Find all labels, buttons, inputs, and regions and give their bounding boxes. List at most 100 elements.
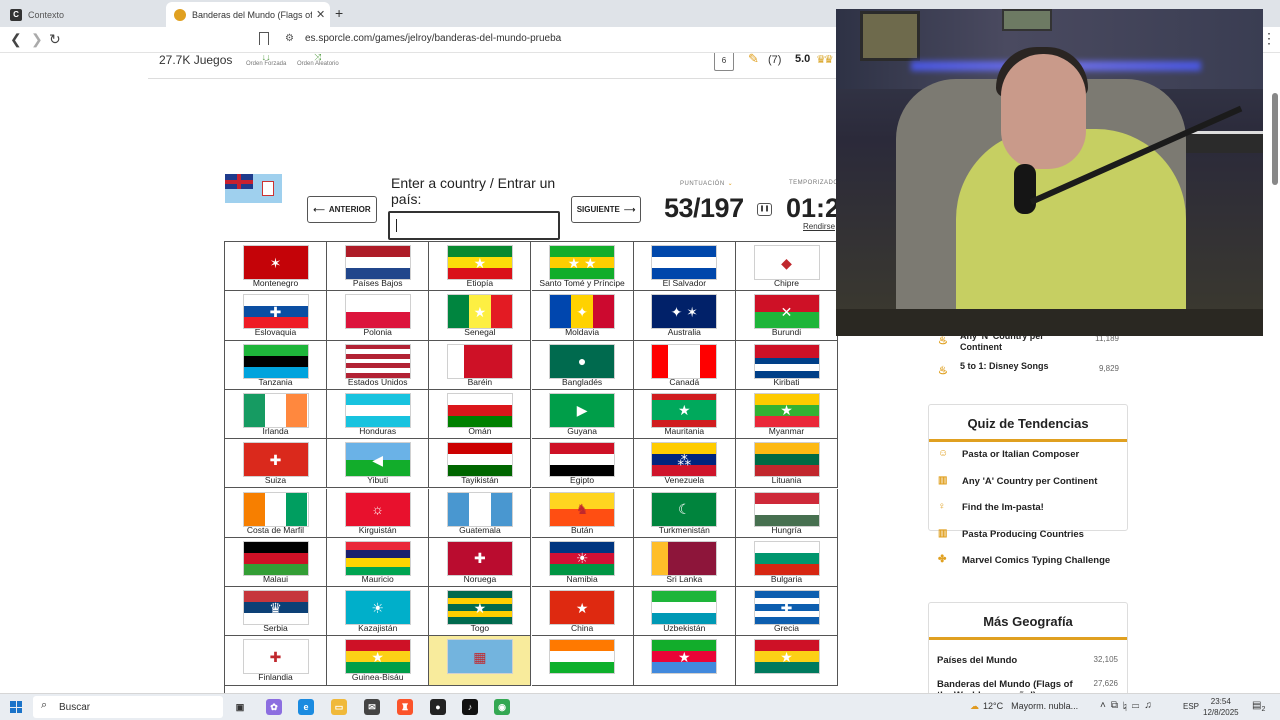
menu-icon[interactable]: ⋮ [1262,30,1276,47]
back-icon[interactable]: ❮ [10,31,22,48]
trending-item[interactable]: ▥ Pasta Producing Countries [929,522,1127,549]
trending-item[interactable]: ☺ Pasta or Italian Composer [929,442,1127,469]
flag-image: ✚ [446,540,513,576]
flag-stripe [463,344,480,378]
country-name: Guatemala [459,524,501,535]
flag-cell: ✶ Montenegro [225,242,327,292]
obs-icon[interactable]: ● [430,699,446,715]
country-name: Noruega [463,573,497,584]
taskbar-search[interactable]: ⌕ Buscar [33,696,223,718]
flag-stripe [592,295,615,329]
next-button[interactable]: SIGUIENTE ⟶ [571,196,641,223]
flag-image: ✦ ✶ [651,294,718,330]
order-random-option[interactable]: ⤨ Orden Aleatorio [297,53,339,67]
tiktok-icon[interactable]: ♪ [462,699,478,715]
weather-widget[interactable]: ☁ 12°C Mayorm. nubla... [970,701,1078,712]
flag-cell: ♛ Serbia [225,587,327,637]
task-view-icon[interactable]: ▣ [232,699,248,715]
flag-stripe [652,393,717,401]
chrome-icon[interactable]: ◉ [494,699,510,715]
chevron-up-icon[interactable]: ˄ [1100,700,1111,711]
edge-icon[interactable]: e [298,699,314,715]
flag-cell: ✦ Canadá [633,340,736,390]
flag-stripe [754,357,819,365]
flag-cell: ▦ [429,636,532,686]
pencil-icon[interactable]: ✎ [748,53,759,67]
flag-cell: Bulgaria [736,537,838,588]
flag-cell: ✦ Moldavia [531,291,634,341]
quiz-thumbnail [225,174,282,203]
country-name: Namibia [566,573,598,584]
answer-input[interactable] [388,211,560,240]
copilot-icon[interactable]: ✿ [266,699,282,715]
flag-emblem-icon: ★ [371,648,384,665]
next-label: SIGUIENTE [576,205,620,214]
site-info-icon[interactable]: ⚙ [285,33,294,44]
trending-title: Quiz de Tendencias [929,405,1127,442]
flag-image [753,540,820,576]
flag-stripe [447,492,470,526]
order-forced-option[interactable]: ↓↓ Orden Forzada [246,53,286,67]
trending-item[interactable]: ✤ Marvel Comics Typing Challenge [929,548,1127,575]
country-name: Egipto [570,475,595,486]
flag-stripe [447,393,512,405]
flag-cell: ★ Myanmar [736,389,838,440]
tab-contexto[interactable]: C Contexto [2,2,162,27]
flag-image: ★ [753,639,820,675]
flag-stripes [243,541,308,575]
order-forced-icon: ↓↓ [261,53,271,62]
flag-image: ☾ [651,491,718,527]
flag-stripe [550,295,572,329]
flag-cell: ★ Guinea-Bisáu [327,636,430,686]
mail-icon[interactable]: ✉ [364,699,380,715]
clock[interactable]: 23:54 12/8/2025 [1203,696,1239,718]
chevron-down-icon[interactable]: ⌄ [728,181,734,187]
reload-icon[interactable]: ↻ [49,31,61,48]
union-jack-image [225,174,253,189]
trending-item-title: Find the Im-pasta! [962,502,1044,513]
file-explorer-icon[interactable]: ▭ [331,699,347,715]
flag-stripe [754,344,819,352]
previous-button[interactable]: ⟵ ANTERIOR [307,196,377,223]
country-name: Hungría [771,524,802,535]
flag-cell: ☀ Kazajistán [327,587,430,637]
flag-stripe [684,541,701,575]
mic-icon[interactable]: ♮ [1123,700,1132,711]
flag-stripe [652,591,717,603]
country-name: Etiopía [466,278,494,288]
volume-icon[interactable]: ♫ [1144,700,1157,711]
popular-quiz-item[interactable]: ♨ 5 to 1: Disney Songs 9,829 [928,361,1128,391]
flag-image [753,343,820,379]
flag-emblem-icon: ✶ [269,254,282,271]
flag-image: ◆ [753,245,820,280]
lightbulb-icon: ♀ [938,501,946,512]
flag-emblem-icon: ★ [473,303,487,320]
flag-image [446,392,513,428]
pause-button[interactable]: ❚❚ [757,203,772,216]
flag-emblem-icon: ⁂ [677,451,692,468]
forward-icon[interactable]: ❯ [31,31,43,48]
windows-start-icon[interactable] [10,701,22,713]
flag-stripe [447,295,470,329]
brave-icon[interactable]: ♜ [397,699,413,715]
flag-emblem-icon: ✦ [678,353,691,370]
flag-stripe [754,454,819,466]
network-icon[interactable]: ▭ [1132,700,1145,711]
trending-item[interactable]: ♀ Find the Im-pasta! [929,495,1127,522]
new-tab-icon[interactable]: + [335,5,343,21]
geography-item[interactable]: Países del Mundo 32,105 [929,649,1127,673]
close-tab-icon[interactable]: ✕ [316,8,325,21]
trending-item[interactable]: ▥ Any 'A' Country per Continent [929,469,1127,496]
page-scrollbar[interactable] [1272,93,1278,185]
bookmark-icon[interactable] [259,32,269,45]
notification-icon[interactable]: ▤2 [1252,700,1265,713]
app-tray-icon[interactable]: ⧉ [1111,700,1123,711]
trending-item-title: Any 'A' Country per Continent [962,475,1098,487]
tab-banderas[interactable]: Banderas del Mundo (Flags of the World e… [166,2,330,27]
flag-stripes [754,344,819,378]
give-up-link[interactable]: Rendirse [803,222,835,231]
country-name: Omán [468,425,492,436]
url-field[interactable]: es.sporcle.com/games/jelroy/banderas-del… [305,33,561,44]
comments-button[interactable]: 6 [714,53,734,71]
language-indicator[interactable]: ESP [1183,702,1199,711]
